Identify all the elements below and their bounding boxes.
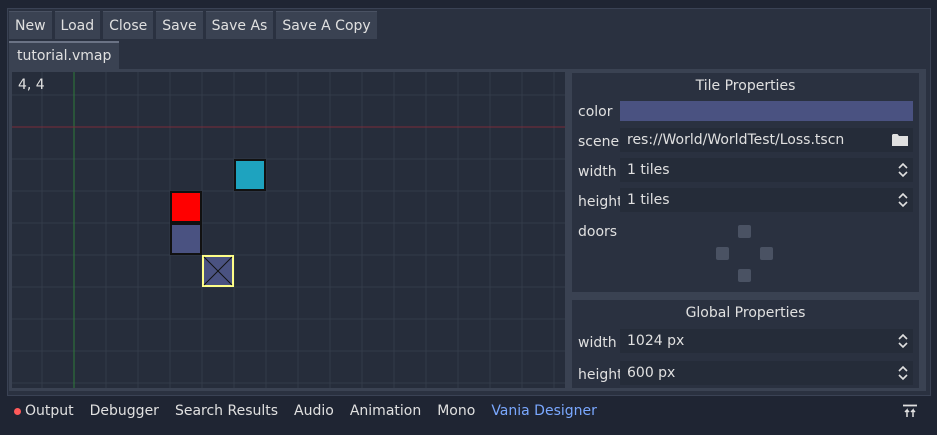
color-label: color xyxy=(578,104,613,120)
tile-properties-panel: Tile Properties color scene res://World/… xyxy=(572,73,919,292)
spinner-arrows-icon[interactable] xyxy=(897,160,909,180)
width-label: width xyxy=(578,164,617,180)
width-value: 1 tiles xyxy=(627,162,670,178)
folder-icon[interactable] xyxy=(892,133,908,147)
spinner-arrows-icon[interactable] xyxy=(897,363,909,383)
tab-vania-designer[interactable]: Vania Designer xyxy=(491,403,597,419)
door-toggle-bottom[interactable] xyxy=(738,269,751,282)
global-properties-title: Global Properties xyxy=(685,305,806,321)
global-height-spinbox[interactable]: 600 px xyxy=(620,361,913,385)
tab-search-results[interactable]: Search Results xyxy=(175,403,278,419)
room-tile-teal[interactable] xyxy=(234,159,266,191)
scene-field[interactable]: res://World/WorldTest/Loss.tscn xyxy=(620,128,913,152)
map-grid[interactable] xyxy=(12,72,565,388)
selected-tile[interactable] xyxy=(202,255,234,287)
tab-audio[interactable]: Audio xyxy=(294,403,334,419)
door-toggle-left[interactable] xyxy=(716,247,729,260)
spinner-arrows-icon[interactable] xyxy=(897,190,909,210)
global-width-spinbox[interactable]: 1024 px xyxy=(620,329,913,353)
error-dot-icon xyxy=(14,407,21,415)
tab-tutorial-vmap[interactable]: tutorial.vmap xyxy=(9,41,120,69)
save-button[interactable]: Save xyxy=(156,11,203,39)
scene-label: scene xyxy=(578,134,620,150)
tab-animation[interactable]: Animation xyxy=(350,403,421,419)
save-copy-button[interactable]: Save A Copy xyxy=(276,11,377,39)
door-toggle-right[interactable] xyxy=(760,247,773,260)
tab-debugger[interactable]: Debugger xyxy=(90,403,159,419)
height-label: height xyxy=(578,194,623,210)
room-tile-slate[interactable] xyxy=(170,223,202,255)
map-canvas[interactable]: 4, 4 xyxy=(12,72,565,388)
bottom-panel-tabs: Output Debugger Search Results Audio Ani… xyxy=(0,397,937,425)
tile-properties-title: Tile Properties xyxy=(695,78,796,94)
tab-mono[interactable]: Mono xyxy=(437,403,475,419)
cursor-coordinates: 4, 4 xyxy=(18,77,45,93)
tab-output[interactable]: Output xyxy=(25,403,74,419)
toolbar: New Load Close Save Save As Save A Copy xyxy=(9,11,377,39)
room-tile-red[interactable] xyxy=(170,191,202,223)
global-width-label: width xyxy=(578,335,617,351)
global-properties-panel: Global Properties width 1024 px height 6… xyxy=(572,300,919,388)
global-width-value: 1024 px xyxy=(627,333,685,349)
load-button[interactable]: Load xyxy=(54,11,101,39)
height-spinbox[interactable]: 1 tiles xyxy=(620,188,913,212)
door-toggle-top[interactable] xyxy=(738,225,751,238)
doors-label: doors xyxy=(578,224,618,240)
collapse-panel-icon[interactable] xyxy=(902,404,918,418)
new-button[interactable]: New xyxy=(9,11,52,39)
height-value: 1 tiles xyxy=(627,192,670,208)
close-button[interactable]: Close xyxy=(103,11,154,39)
global-height-value: 600 px xyxy=(627,365,676,381)
grid-lines xyxy=(12,72,565,388)
spinner-arrows-icon[interactable] xyxy=(897,331,909,351)
global-height-label: height xyxy=(578,367,623,383)
width-spinbox[interactable]: 1 tiles xyxy=(620,158,913,182)
color-picker[interactable] xyxy=(620,101,913,121)
scene-path: res://World/WorldTest/Loss.tscn xyxy=(627,132,845,148)
save-as-button[interactable]: Save As xyxy=(205,11,274,39)
editor-window: New Load Close Save Save As Save A Copy … xyxy=(0,0,937,435)
